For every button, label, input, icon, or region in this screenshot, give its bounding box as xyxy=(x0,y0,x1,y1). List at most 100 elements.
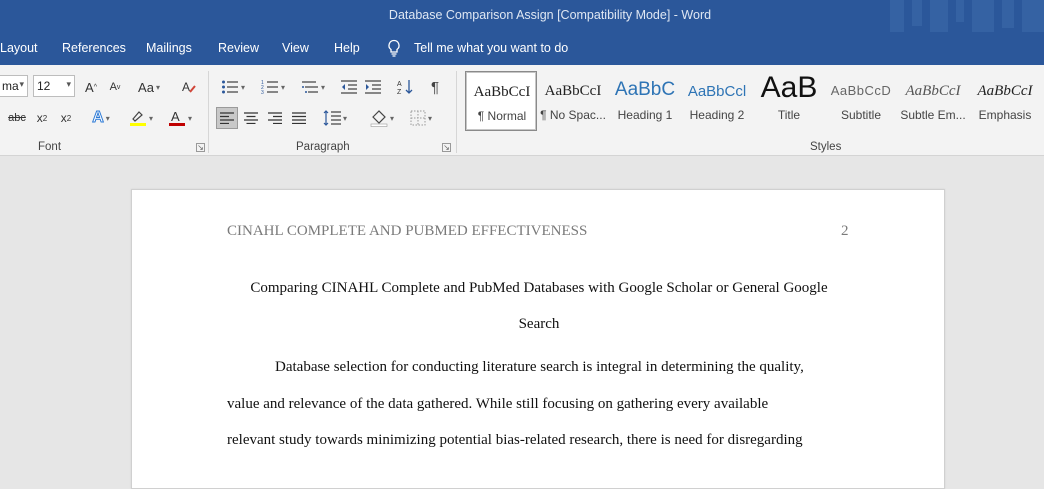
text-effects-button[interactable]: A ▾ xyxy=(86,108,116,128)
ribbon: ma ▾ 12 ▾ A ^ Av Aa ▾ A abc x2 x2 A ▾ ▾ A ▾… xyxy=(0,65,1044,156)
font-group-label: Font xyxy=(38,141,62,153)
style-emphasis[interactable]: AaBbCcI Emphasis xyxy=(969,71,1041,131)
svg-text:A: A xyxy=(397,81,402,88)
align-left-icon xyxy=(220,112,234,124)
svg-text:A: A xyxy=(182,80,190,94)
shading-button[interactable]: ▾ xyxy=(364,107,400,129)
window-title: Database Comparison Assign [Compatibilit… xyxy=(388,8,712,22)
align-center-icon xyxy=(244,112,258,124)
style-name: Heading 2 xyxy=(689,108,745,122)
multilevel-list-button[interactable]: ▾ xyxy=(296,77,330,97)
chevron-down-icon: ▾ xyxy=(19,79,24,89)
highlight-color-button[interactable]: ▾ xyxy=(124,108,158,128)
highlighter-icon xyxy=(129,111,146,126)
group-separator xyxy=(456,71,457,153)
style-name: ¶ No Spac... xyxy=(540,108,606,122)
style-sample: AaBbCcI xyxy=(905,83,961,99)
font-color-button[interactable]: A ▾ xyxy=(163,108,197,128)
tab-references[interactable]: References xyxy=(62,41,126,55)
style-subtitle[interactable]: AaBbCcD Subtitle xyxy=(825,71,897,131)
document-page[interactable]: CINAHL COMPLETE AND PUBMED EFFECTIVENESS… xyxy=(131,189,945,489)
line-spacing-icon xyxy=(323,110,341,126)
sort-az-icon: A Z xyxy=(397,80,413,96)
increase-indent-button[interactable] xyxy=(363,77,383,97)
font-name-value: ma xyxy=(2,79,19,93)
styles-group-label: Styles xyxy=(810,141,842,153)
tab-layout[interactable]: Layout xyxy=(0,41,38,55)
tab-help[interactable]: Help xyxy=(334,41,360,55)
multilevel-list-icon xyxy=(301,81,318,93)
style-subtle-emphasis[interactable]: AaBbCcI Subtle Em... xyxy=(897,71,969,131)
body-line: Database selection for conducting litera… xyxy=(275,359,804,375)
style-heading-2[interactable]: AaBbCcl Heading 2 xyxy=(681,71,753,131)
tab-view[interactable]: View xyxy=(282,41,309,55)
style-heading-1[interactable]: AaBbC Heading 1 xyxy=(609,71,681,131)
change-case-button[interactable]: Aa ▾ xyxy=(134,78,164,96)
numbering-button[interactable]: 1 2 3 ▾ xyxy=(256,77,290,97)
body-line: value and relevance of the data gathered… xyxy=(227,396,769,412)
bullet-list-icon xyxy=(221,80,238,94)
style-sample: AaBbCcI xyxy=(977,83,1033,99)
subscript-button[interactable]: x2 xyxy=(33,109,51,127)
align-left-button[interactable] xyxy=(216,107,238,129)
clear-formatting-button[interactable]: A xyxy=(180,77,198,97)
chevron-down-icon: ▾ xyxy=(66,79,71,89)
font-size-combo[interactable]: 12 ▾ xyxy=(33,75,75,97)
align-right-button[interactable] xyxy=(266,108,284,128)
borders-button[interactable]: ▾ xyxy=(404,107,438,129)
superscript-button[interactable]: x2 xyxy=(57,109,75,127)
bullets-button[interactable]: ▾ xyxy=(217,77,249,97)
pilcrow-icon: ¶ xyxy=(430,78,440,96)
tell-me-label: Tell me what you want to do xyxy=(414,41,569,55)
shrink-font-button[interactable]: Av xyxy=(106,78,124,96)
title-bar: Database Comparison Assign [Compatibilit… xyxy=(0,0,1044,32)
group-separator xyxy=(208,71,209,153)
line-spacing-button[interactable]: ▾ xyxy=(318,107,352,129)
title-line: Comparing CINAHL Complete and PubMed Dat… xyxy=(250,280,828,296)
style-name: Subtle Em... xyxy=(900,108,966,122)
justify-button[interactable] xyxy=(290,108,308,128)
document-title: Comparing CINAHL Complete and PubMed Dat… xyxy=(227,270,851,342)
justify-icon xyxy=(292,112,306,124)
svg-text:A: A xyxy=(171,109,180,124)
style-sample: AaBbCcI xyxy=(473,84,531,100)
font-name-combo[interactable]: ma ▾ xyxy=(0,75,28,97)
align-right-icon xyxy=(268,112,282,124)
style-sample: AaBbCcl xyxy=(687,83,747,100)
style-name: Heading 1 xyxy=(617,108,673,122)
paragraph-dialog-launcher[interactable]: ↘ xyxy=(442,143,451,152)
page-number: 2 xyxy=(841,223,849,239)
style-name: ¶ Normal xyxy=(477,109,527,123)
style-title[interactable]: AaB Title xyxy=(753,71,825,131)
decrease-indent-button[interactable] xyxy=(339,77,359,97)
style-sample: AaBbCcD xyxy=(830,83,892,98)
style-name: Emphasis xyxy=(978,108,1032,122)
style-sample: AaB xyxy=(760,71,818,104)
tab-mailings[interactable]: Mailings xyxy=(146,41,192,55)
decrease-indent-icon xyxy=(341,80,357,94)
style-name: Subtitle xyxy=(840,108,882,122)
style-no-spacing[interactable]: AaBbCcI ¶ No Spac... xyxy=(537,71,609,131)
strikethrough-button[interactable]: abc xyxy=(6,109,28,127)
style-sample: AaBbC xyxy=(614,79,676,100)
font-color-icon: A xyxy=(168,109,185,126)
title-line: Search xyxy=(518,316,560,332)
sort-button[interactable]: A Z xyxy=(395,77,415,97)
show-formatting-marks-button[interactable]: ¶ xyxy=(426,77,444,97)
svg-text:Z: Z xyxy=(397,89,402,96)
font-size-value: 12 xyxy=(37,79,51,93)
ribbon-tabs: Layout References Mailings Review View H… xyxy=(0,32,1044,65)
grow-font-button[interactable]: A ^ xyxy=(82,78,100,96)
paragraph-group-label: Paragraph xyxy=(296,141,350,153)
body-line: relevant study towards minimizing potent… xyxy=(227,432,803,448)
tab-review[interactable]: Review xyxy=(218,41,259,55)
document-area[interactable]: CINAHL COMPLETE AND PUBMED EFFECTIVENESS… xyxy=(0,157,1044,489)
paint-bucket-icon xyxy=(370,110,388,127)
style-normal[interactable]: AaBbCcI ¶ Normal xyxy=(465,71,537,131)
center-button[interactable] xyxy=(242,108,260,128)
style-name: Title xyxy=(777,108,801,122)
style-sample: AaBbCcI xyxy=(544,83,602,99)
borders-icon xyxy=(410,110,426,126)
font-dialog-launcher[interactable]: ↘ xyxy=(196,143,205,152)
lightbulb-icon xyxy=(388,39,400,57)
